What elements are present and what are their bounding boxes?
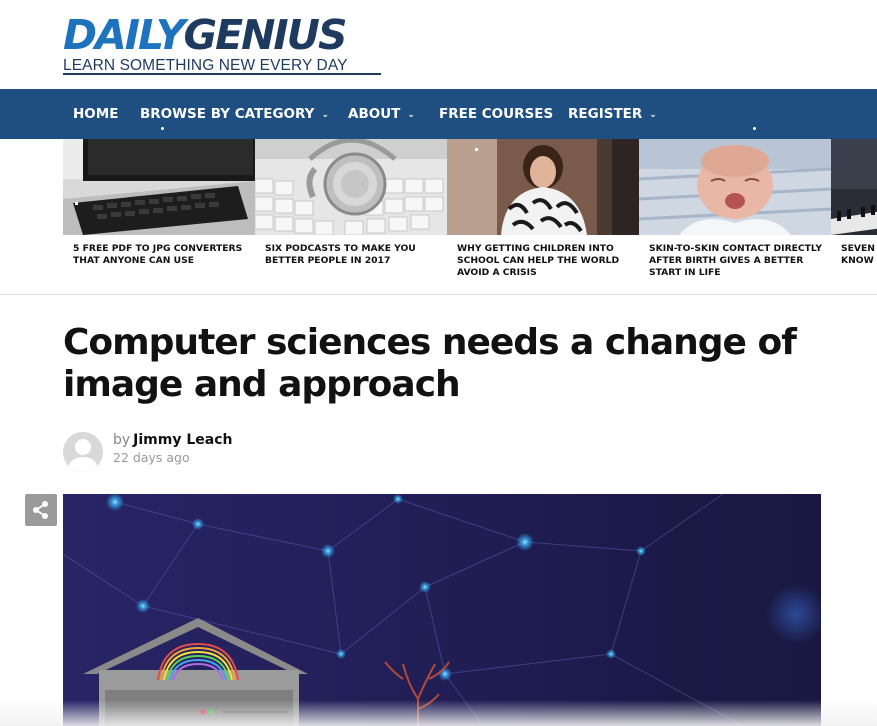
card-thumbnail-piano [831,139,877,235]
nav-dot [753,127,756,130]
share-icon [33,501,48,519]
logo-genius: GENIUS [183,11,347,59]
byline-prefix: by [113,432,131,448]
masthead: DAILYGENIUS LEARN SOMETHING NEW EVERY DA… [0,0,877,89]
nav-item-free-courses[interactable]: FREE COURSES [439,89,553,139]
chevron-down-icon: ⌄ [407,110,415,120]
share-button[interactable] [25,494,57,526]
article-title: Computer sciences needs a change of imag… [63,322,797,405]
carousel-card[interactable]: WHY GETTING CHILDREN INTO SCHOOL CAN HEL… [447,139,639,294]
carousel-card[interactable]: SIX PODCASTS TO MAKE YOU BETTER PEOPLE I… [255,139,447,294]
card-caption: SIX PODCASTS TO MAKE YOU BETTER PEOPLE I… [265,243,416,266]
nav-dot [74,115,77,118]
logo-wordmark: DAILYGENIUS [63,11,348,59]
logo-daily: DAILY [63,11,185,59]
nav-item-browse-by-category[interactable]: BROWSE BY CATEGORY ⌄ [140,89,329,139]
author-avatar[interactable] [63,432,103,472]
card-caption: SEVEN THINGS YOU SHOULD KNOW ABOUT INSTR… [841,243,877,266]
nav-label: HOME [73,106,119,122]
card-thumbnail-baby [639,139,831,235]
nav-item-home[interactable]: HOME [73,89,118,139]
nav-item-register[interactable]: REGISTER ⌄ [568,89,657,139]
nav-item-about[interactable]: ABOUT ⌄ [348,89,415,139]
card-thumbnail-headphones [255,139,447,235]
carousel-card[interactable]: SKIN-TO-SKIN CONTACT DIRECTLY AFTER BIRT… [639,139,831,294]
nav-label: FREE COURSES [439,106,554,122]
carousel-card[interactable]: 5 FREE PDF TO JPG CONVERTERS THAT ANYONE… [63,139,255,294]
article-hero-image [63,494,821,726]
byline: by Jimmy Leach [113,432,232,448]
site-logo[interactable]: DAILYGENIUS LEARN SOMETHING NEW EVERY DA… [63,11,388,75]
card-caption: 5 FREE PDF TO JPG CONVERTERS THAT ANYONE… [73,243,243,266]
card-thumbnail-speaker [447,139,639,235]
logo-underline [63,73,381,75]
nav-label: REGISTER [568,106,643,122]
carousel-card[interactable]: SEVEN THINGS YOU SHOULD KNOW ABOUT INSTR… [831,139,877,294]
card-thumbnail-computer [63,139,255,235]
nav-label: ABOUT [348,106,401,122]
publish-date: 22 days ago [113,450,190,465]
page: DAILYGENIUS LEARN SOMETHING NEW EVERY DA… [0,0,877,726]
chevron-down-icon: ⌄ [649,110,657,120]
nav-dot [161,127,164,130]
author-link[interactable]: Jimmy Leach [133,432,232,448]
bottom-fade [0,700,877,726]
card-caption: SKIN-TO-SKIN CONTACT DIRECTLY AFTER BIRT… [649,243,823,278]
card-caption: WHY GETTING CHILDREN INTO SCHOOL CAN HEL… [457,243,620,278]
chevron-down-icon: ⌄ [321,110,329,120]
featured-carousel: 5 FREE PDF TO JPG CONVERTERS THAT ANYONE… [0,139,877,295]
nav-label: BROWSE BY CATEGORY [140,106,315,122]
main-nav: HOME BROWSE BY CATEGORY ⌄ ABOUT ⌄ FREE COU… [0,89,877,139]
